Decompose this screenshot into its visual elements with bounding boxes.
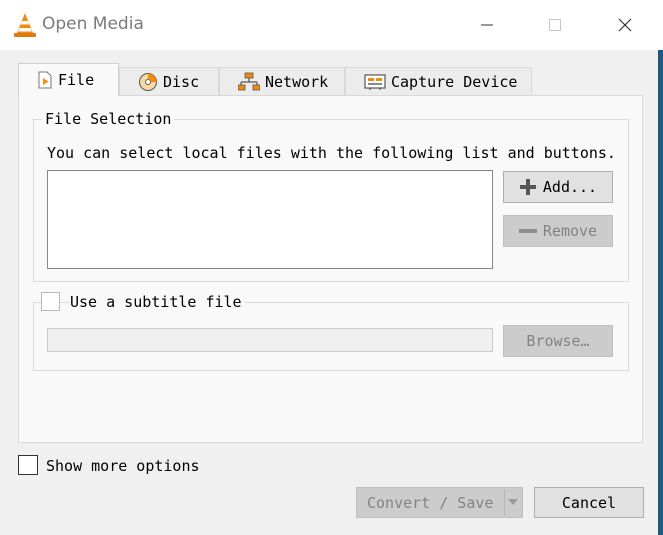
browse-button: Browse… xyxy=(503,325,613,357)
tab-capture-device[interactable]: Capture Device xyxy=(345,67,532,95)
tab-network-label: Network xyxy=(265,72,329,91)
show-more-options-checkbox[interactable] xyxy=(18,455,38,475)
remove-button: Remove xyxy=(503,215,613,247)
minimize-icon[interactable] xyxy=(472,10,502,40)
window-title: Open Media xyxy=(42,14,144,34)
remove-button-label: Remove xyxy=(542,222,598,240)
vlc-cone-icon xyxy=(14,13,36,37)
file-selection-description: You can select local files with the foll… xyxy=(47,144,616,162)
convert-save-button: Convert / Save xyxy=(356,487,523,518)
tab-disc[interactable]: Disc xyxy=(119,67,219,95)
file-list[interactable] xyxy=(47,170,493,269)
split-divider xyxy=(504,489,505,516)
tab-capture-device-label: Capture Device xyxy=(391,72,518,91)
cancel-button-label: Cancel xyxy=(561,493,617,512)
close-icon[interactable] xyxy=(610,10,640,40)
network-icon xyxy=(238,72,260,90)
plus-icon xyxy=(519,179,536,195)
tab-disc-label: Disc xyxy=(163,72,200,91)
title-bar: Open Media xyxy=(0,0,663,50)
tab-network[interactable]: Network xyxy=(219,67,345,95)
cancel-button[interactable]: Cancel xyxy=(534,487,644,518)
maximize-icon xyxy=(549,19,561,31)
show-more-options-label: Show more options xyxy=(46,457,200,475)
desktop-edge xyxy=(658,50,663,535)
capture-device-icon xyxy=(364,73,386,90)
use-subtitle-checkbox[interactable] xyxy=(41,292,60,311)
chevron-down-icon xyxy=(508,499,518,505)
tab-file-label: File xyxy=(58,71,95,89)
convert-save-label: Convert / Save xyxy=(367,493,494,512)
tab-file[interactable]: File xyxy=(18,63,119,96)
subtitle-path-field xyxy=(47,328,493,352)
disc-icon xyxy=(139,72,157,91)
add-button-label: Add... xyxy=(542,178,598,196)
minus-icon xyxy=(518,229,537,233)
use-subtitle-label: Use a subtitle file xyxy=(70,293,245,311)
file-icon xyxy=(38,71,52,89)
browse-button-label: Browse… xyxy=(526,332,590,350)
file-selection-title: File Selection xyxy=(42,110,175,128)
add-button[interactable]: Add... xyxy=(503,171,613,203)
